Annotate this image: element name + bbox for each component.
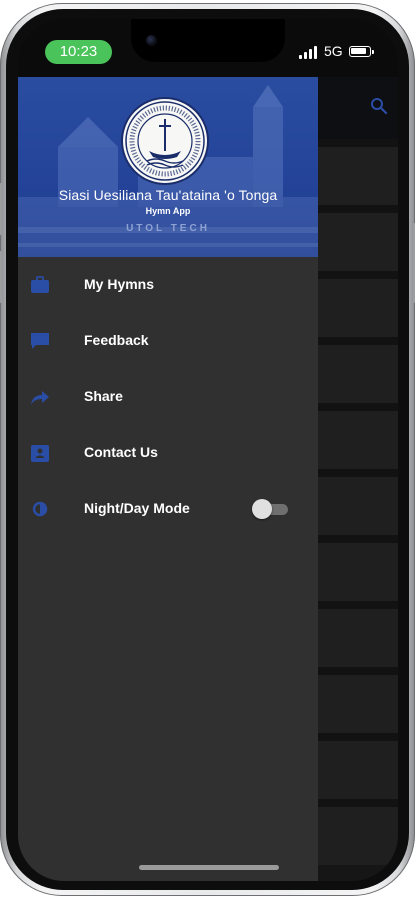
search-icon[interactable] [370, 97, 388, 115]
night-mode-toggle[interactable] [252, 499, 290, 519]
list-item[interactable] [318, 609, 398, 667]
developer-name: UTOL TECH [126, 223, 210, 234]
divider [318, 271, 398, 279]
home-indicator[interactable] [139, 865, 279, 870]
volume-down-button [0, 251, 2, 303]
divider [318, 469, 398, 477]
menu-item-label: Share [84, 388, 123, 404]
menu-item-label: My Hymns [84, 276, 155, 292]
volume-up-button [0, 183, 2, 235]
list-item[interactable] [318, 147, 398, 205]
phone-frame: 10:23 5G Siasi Uesiliana Tau'ataina 'o T… [0, 3, 415, 896]
briefcase-icon [31, 276, 49, 293]
divider [318, 205, 398, 213]
divider [318, 403, 398, 411]
menu-item-label: Contact Us [84, 444, 158, 460]
menu-item-my-hymns[interactable]: My Hymns [18, 257, 318, 313]
menu-item-share[interactable]: Share [18, 369, 318, 425]
network-label: 5G [324, 43, 343, 59]
divider [318, 535, 398, 543]
brightness-icon [32, 501, 48, 517]
organization-name: Siasi Uesiliana Tau'ataina 'o Tonga [58, 187, 278, 203]
divider [318, 667, 398, 675]
navigation-drawer: Siasi Uesiliana Tau'ataina 'o Tonga Hymn… [18, 77, 318, 881]
list-item[interactable] [318, 345, 398, 403]
list-item[interactable] [318, 675, 398, 733]
screen: 10:23 5G Siasi Uesiliana Tau'ataina 'o T… [18, 19, 398, 881]
camera-icon [146, 35, 157, 46]
list-item[interactable] [318, 807, 398, 865]
divider [318, 139, 398, 147]
divider [318, 799, 398, 807]
share-icon [31, 391, 49, 405]
menu-item-label: Feedback [84, 332, 149, 348]
list-item[interactable] [318, 741, 398, 799]
menu-item-contact-us[interactable]: Contact Us [18, 425, 318, 481]
menu-item-feedback[interactable]: Feedback [18, 313, 318, 369]
divider [318, 733, 398, 741]
list-item[interactable] [318, 279, 398, 337]
divider [318, 601, 398, 609]
signal-icon [299, 46, 319, 59]
list-item[interactable] [318, 213, 398, 271]
list-item[interactable] [318, 477, 398, 535]
menu-item-night-day-mode[interactable]: Night/Day Mode [18, 481, 318, 537]
drawer-header: Siasi Uesiliana Tau'ataina 'o Tonga Hymn… [18, 77, 318, 257]
toggle-thumb [252, 499, 272, 519]
contact-card-icon [31, 445, 49, 462]
divider [318, 337, 398, 345]
battery-icon [349, 46, 374, 57]
status-time: 10:23 [45, 40, 112, 64]
church-logo [121, 97, 209, 185]
message-icon [31, 333, 49, 349]
list-item[interactable] [318, 411, 398, 469]
menu-item-label: Night/Day Mode [84, 500, 190, 516]
list-item[interactable] [318, 543, 398, 601]
app-name: Hymn App [145, 206, 191, 216]
